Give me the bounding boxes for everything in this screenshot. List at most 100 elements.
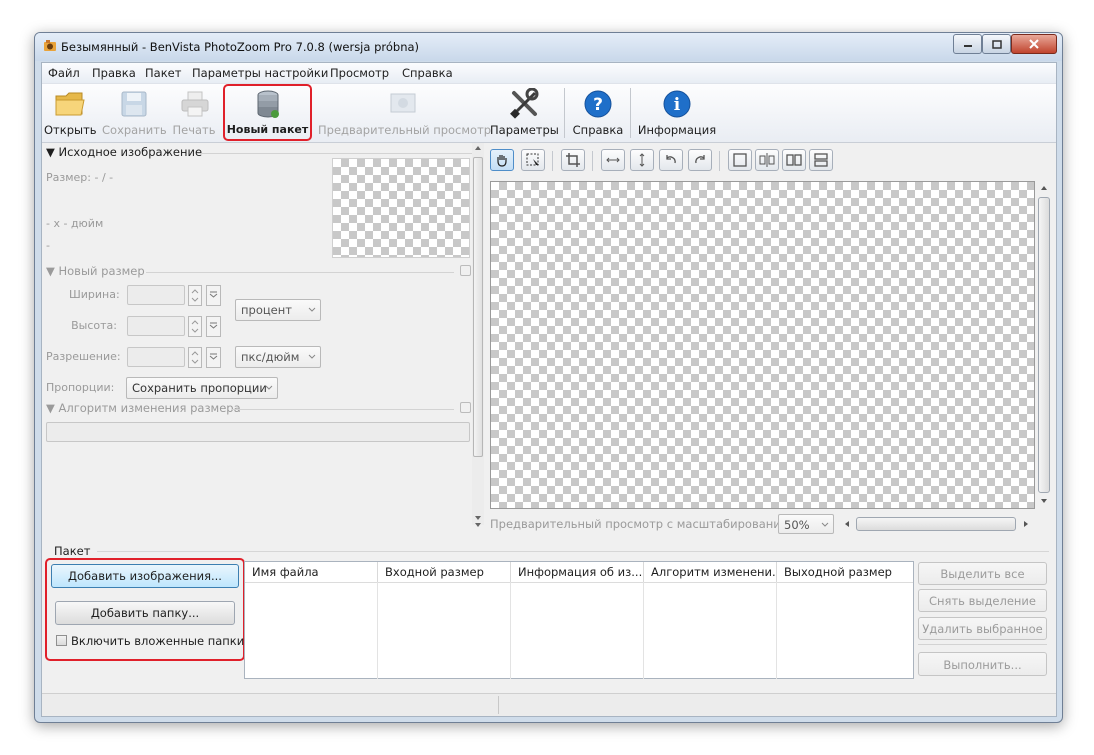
column-header-image-info[interactable]: Информация об из... bbox=[511, 562, 644, 582]
batch-file-list[interactable]: Имя файла Входной размер Информация об и… bbox=[244, 561, 914, 679]
height-input[interactable] bbox=[127, 316, 185, 336]
toolbar: Открыть Сохранить Печать Новый пакет Пре… bbox=[42, 84, 1056, 143]
algorithm-select[interactable] bbox=[46, 422, 470, 442]
scroll-up-icon bbox=[1041, 186, 1047, 190]
column-header-output-size[interactable]: Выходной размер bbox=[777, 562, 913, 582]
print-button[interactable]: Печать bbox=[170, 84, 218, 140]
menu-help[interactable]: Справка bbox=[402, 66, 453, 80]
zoom-select[interactable]: 50% bbox=[778, 514, 834, 534]
help-button[interactable]: ? Справка bbox=[570, 84, 626, 140]
preview-vertical-scrollbar[interactable] bbox=[1036, 181, 1052, 509]
include-subfolders-checkbox[interactable] bbox=[56, 635, 67, 646]
source-image-title: Исходное изображение bbox=[58, 145, 203, 159]
width-input[interactable] bbox=[127, 285, 185, 305]
preview-horizontal-scrollbar[interactable] bbox=[842, 516, 1032, 532]
spinner-arrows-icon bbox=[191, 320, 199, 333]
resolution-spinner[interactable] bbox=[188, 347, 202, 368]
open-button[interactable]: Открыть bbox=[44, 84, 97, 140]
select-all-button[interactable]: Выделить все bbox=[918, 562, 1047, 585]
include-subfolders-label: Включить вложенные папки bbox=[71, 634, 245, 648]
minimize-button[interactable] bbox=[953, 34, 982, 54]
folder-icon bbox=[55, 92, 85, 116]
split-view-button[interactable] bbox=[755, 149, 779, 171]
delete-selected-button[interactable]: Удалить выбранное bbox=[918, 617, 1047, 640]
divider bbox=[97, 551, 1049, 552]
new-size-header[interactable]: ▼ Новый размер bbox=[46, 264, 145, 278]
info-button[interactable]: i Информация bbox=[636, 84, 718, 140]
hand-tool-button[interactable] bbox=[490, 149, 514, 171]
single-view-button[interactable] bbox=[728, 149, 752, 171]
size-unit-select[interactable]: процент bbox=[235, 299, 321, 321]
stacked-view-button[interactable] bbox=[809, 149, 833, 171]
svg-text:i: i bbox=[674, 95, 681, 115]
column-header-filename[interactable]: Имя файла bbox=[245, 562, 378, 582]
source-thumbnail bbox=[332, 158, 470, 258]
collapse-triangle-icon: ▼ bbox=[46, 264, 59, 278]
new-size-options-toggle[interactable] bbox=[460, 265, 471, 276]
width-spinner[interactable] bbox=[188, 285, 202, 306]
preview-canvas[interactable] bbox=[490, 181, 1035, 509]
menu-edit[interactable]: Правка bbox=[92, 66, 136, 80]
expand-arrow-icon bbox=[475, 523, 481, 527]
spinner-arrows-icon bbox=[191, 289, 199, 302]
new-batch-button[interactable]: Новый пакет bbox=[226, 86, 309, 138]
algorithm-options-toggle[interactable] bbox=[460, 402, 471, 413]
title-bar: Безымянный - BenVista PhotoZoom Pro 7.0.… bbox=[35, 33, 1062, 61]
resolution-input[interactable] bbox=[127, 347, 185, 367]
toolbar-separator bbox=[552, 151, 553, 171]
chevron-down-icon bbox=[821, 522, 829, 527]
add-folder-button[interactable]: Добавить папку... bbox=[55, 601, 235, 625]
minimize-icon bbox=[963, 45, 972, 47]
proportions-select[interactable]: Сохранить пропорции bbox=[126, 377, 278, 399]
crop-button[interactable] bbox=[561, 149, 585, 171]
scroll-thumb[interactable] bbox=[1038, 197, 1050, 493]
rotate-right-button[interactable] bbox=[688, 149, 712, 171]
close-button[interactable] bbox=[1011, 34, 1057, 54]
rotate-left-button[interactable] bbox=[659, 149, 683, 171]
svg-text:?: ? bbox=[593, 95, 603, 115]
preview-label: Предварительный просмотр bbox=[318, 123, 492, 137]
column-divider bbox=[776, 582, 777, 679]
save-button[interactable]: Сохранить bbox=[102, 84, 167, 140]
chevron-down-icon bbox=[265, 385, 273, 390]
settings-button[interactable]: Параметры bbox=[490, 84, 559, 140]
toolbar-separator bbox=[564, 88, 565, 138]
scroll-thumb[interactable] bbox=[856, 517, 1016, 531]
width-dropdown[interactable] bbox=[206, 285, 221, 306]
add-images-button[interactable]: Добавить изображения... bbox=[51, 564, 239, 588]
select-tool-button[interactable] bbox=[521, 149, 545, 171]
hand-icon bbox=[497, 155, 507, 167]
menu-view[interactable]: Просмотр bbox=[330, 66, 389, 80]
source-image-header[interactable]: ▼ Исходное изображение bbox=[46, 145, 202, 159]
height-dropdown[interactable] bbox=[206, 316, 221, 337]
database-stack-icon bbox=[257, 90, 279, 118]
divider bbox=[918, 644, 1047, 645]
resolution-dropdown[interactable] bbox=[206, 347, 221, 368]
preview-button[interactable]: Предварительный просмотр bbox=[318, 84, 492, 140]
height-spinner[interactable] bbox=[188, 316, 202, 337]
close-icon bbox=[1029, 39, 1039, 49]
deselect-button[interactable]: Снять выделение bbox=[918, 589, 1047, 612]
menu-file[interactable]: Файл bbox=[48, 66, 80, 80]
side-by-side-button[interactable] bbox=[782, 149, 806, 171]
window-title: Безымянный - BenVista PhotoZoom Pro 7.0.… bbox=[61, 40, 420, 54]
column-header-algorithm[interactable]: Алгоритм изменени... bbox=[644, 562, 777, 582]
flip-horizontal-button[interactable] bbox=[601, 149, 625, 171]
header-divider bbox=[245, 582, 913, 583]
chevron-down-icon bbox=[308, 307, 316, 312]
maximize-button[interactable] bbox=[982, 34, 1011, 54]
menu-settings[interactable]: Параметры настройки bbox=[192, 66, 328, 80]
scroll-thumb[interactable] bbox=[473, 157, 483, 457]
menu-batch[interactable]: Пакет bbox=[145, 66, 181, 80]
app-icon bbox=[44, 40, 56, 51]
algorithm-header[interactable]: ▼ Алгоритм изменения размера bbox=[46, 401, 241, 415]
resolution-unit-select[interactable]: пкс/дюйм bbox=[235, 346, 321, 368]
tools-icon bbox=[510, 88, 539, 119]
toolbar-separator bbox=[630, 88, 631, 138]
spinner-arrows-icon bbox=[191, 351, 199, 364]
panel-scrollbar[interactable] bbox=[472, 143, 484, 525]
flip-vertical-button[interactable] bbox=[630, 149, 654, 171]
run-button[interactable]: Выполнить... bbox=[918, 652, 1047, 676]
column-header-input-size[interactable]: Входной размер bbox=[378, 562, 511, 582]
column-divider bbox=[643, 582, 644, 679]
